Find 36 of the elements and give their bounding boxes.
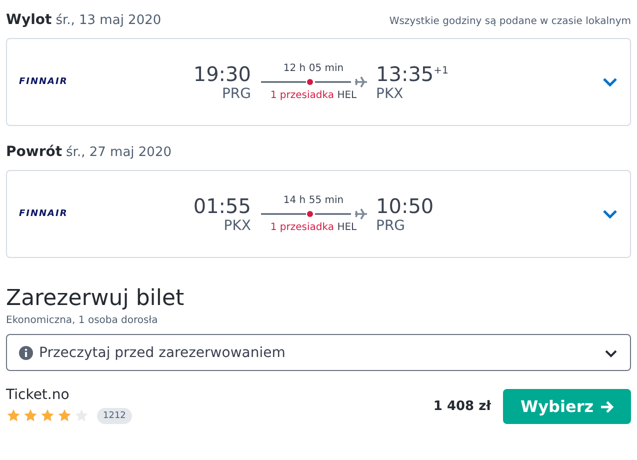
departure-airport: PKX [224,218,251,234]
leg-label: Powrót [6,144,62,160]
chevron-down-icon[interactable] [602,209,618,219]
section-title: Zarezerwuj bilet [6,286,186,311]
star-icon [23,408,38,423]
chevron-down-icon [604,348,618,358]
departure-time: 01:55 [193,194,251,218]
stopover-info: 1 przesiadka HEL [270,90,357,101]
departure-time: 19:30 [193,62,251,86]
flight-duration: 14 h 55 min [283,195,344,206]
star-icon [57,408,72,423]
arrow-right-icon [600,400,614,412]
arrival-time: 13:35$^{+1}$ [376,62,448,86]
flight-duration: 12 h 05 min [283,63,344,74]
provider-name: Ticket.no [6,387,70,403]
leg-date: śr., 13 maj 2020 [56,13,162,28]
review-count: 1212 [97,408,132,424]
flight-card[interactable]: FINNAIR 01:55 PKX 14 h 55 min 1 przesiadka HEL 10:50 PRG [6,170,631,258]
departure-airport: PRG [222,86,251,102]
airline-logo: FINNAIR [19,77,68,87]
leg-label: Wylot [6,12,52,28]
flight-card[interactable]: FINNAIR 19:30 PRG 12 h 05 min 1 przesiadka HEL 13:35$^{+1}$ PKX [6,38,631,126]
airline-logo: FINNAIR [19,209,68,219]
info-icon [19,346,33,360]
arrival-time: 10:50 [376,194,434,218]
fare-details: Ekonomiczna, 1 osoba dorosła [6,315,159,326]
leg-date: śr., 27 maj 2020 [66,145,172,160]
stopover-info: 1 przesiadka HEL [270,222,357,233]
arrival-airport: PRG [376,218,406,234]
star-icon [6,408,21,423]
chevron-down-icon[interactable] [602,77,618,87]
timezone-note: Wszystkie godziny są podane w czasie lokalnym [389,16,631,27]
ticket-price: 1 408 zł [433,399,491,414]
info-dropdown[interactable]: Przeczytaj przed zarezerwowaniem [6,334,631,371]
star-icon [40,408,55,423]
arrival-airport: PKX [376,86,404,102]
